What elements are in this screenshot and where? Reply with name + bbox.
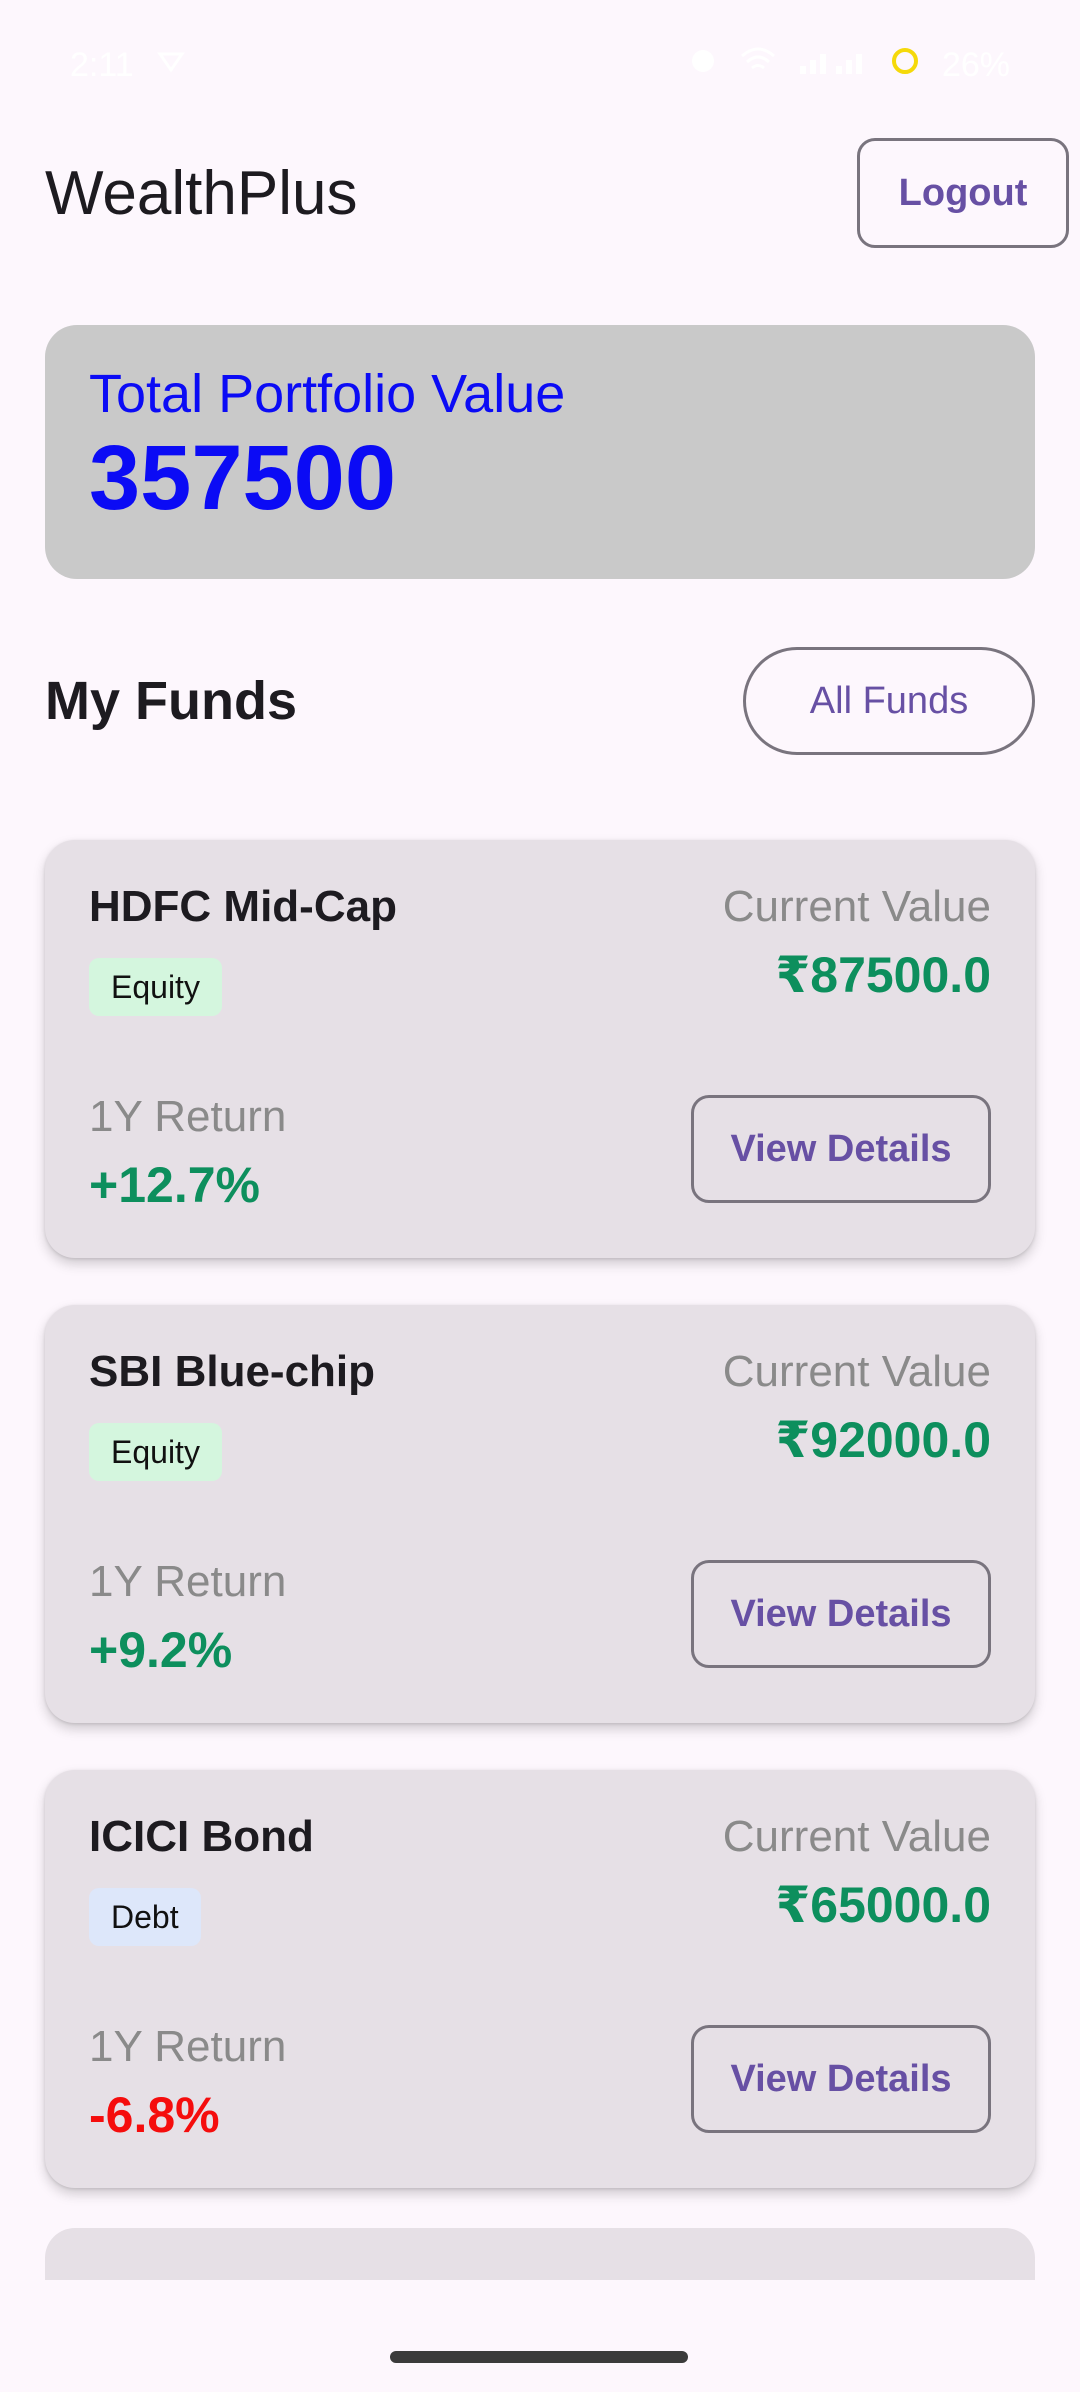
fund-category-badge: Equity xyxy=(89,958,222,1016)
portfolio-summary-card: Total Portfolio Value 357500 xyxy=(45,325,1035,579)
return-label: 1Y Return xyxy=(89,2022,287,2071)
return-value: +9.2% xyxy=(89,1622,233,1678)
status-time: 2:11 xyxy=(70,45,134,84)
status-right: 26% xyxy=(688,46,1010,85)
alarm-icon xyxy=(688,46,718,85)
current-value-label: Current Value xyxy=(722,1812,991,1861)
view-details-button[interactable]: View Details xyxy=(691,2025,991,2133)
fund-category-badge: Debt xyxy=(89,1888,201,1946)
current-value: ₹92000.0 xyxy=(775,1412,991,1468)
fund-name: ICICI Bond xyxy=(89,1812,314,1861)
return-value: -6.8% xyxy=(89,2087,220,2143)
home-indicator[interactable] xyxy=(390,2351,688,2363)
battery-percent: 26% xyxy=(941,45,1010,84)
fund-card: HDFC Mid-Cap Equity Current Value ₹87500… xyxy=(45,840,1035,1258)
notification-icon xyxy=(156,46,186,85)
wifi-icon xyxy=(740,46,776,85)
return-label: 1Y Return xyxy=(89,1092,287,1141)
all-funds-button[interactable]: All Funds xyxy=(743,647,1035,755)
logout-button[interactable]: Logout xyxy=(857,138,1069,248)
current-value: ₹87500.0 xyxy=(775,947,991,1003)
bottom-area xyxy=(0,2280,1080,2392)
signal-icon xyxy=(798,46,868,85)
portfolio-value: 357500 xyxy=(89,427,396,530)
portfolio-label: Total Portfolio Value xyxy=(89,364,566,424)
fund-name: SBI Blue-chip xyxy=(89,1347,376,1396)
battery-icon xyxy=(890,46,920,85)
fund-category-badge: Equity xyxy=(89,1423,222,1481)
current-value-label: Current Value xyxy=(722,882,991,931)
status-left: 2:11 xyxy=(70,46,186,85)
fund-card: ICICI Bond Debt Current Value ₹65000.0 1… xyxy=(45,1770,1035,2188)
view-details-button[interactable]: View Details xyxy=(691,1095,991,1203)
my-funds-title: My Funds xyxy=(45,671,297,731)
current-value: ₹65000.0 xyxy=(775,1877,991,1933)
fund-name: HDFC Mid-Cap xyxy=(89,882,397,931)
return-label: 1Y Return xyxy=(89,1557,287,1606)
status-bar: 2:11 26% xyxy=(0,0,1080,130)
app-title: WealthPlus xyxy=(45,159,358,228)
fund-card-partial xyxy=(45,2228,1035,2280)
return-value: +12.7% xyxy=(89,1157,260,1213)
current-value-label: Current Value xyxy=(722,1347,991,1396)
view-details-button[interactable]: View Details xyxy=(691,1560,991,1668)
fund-card: SBI Blue-chip Equity Current Value ₹9200… xyxy=(45,1305,1035,1723)
